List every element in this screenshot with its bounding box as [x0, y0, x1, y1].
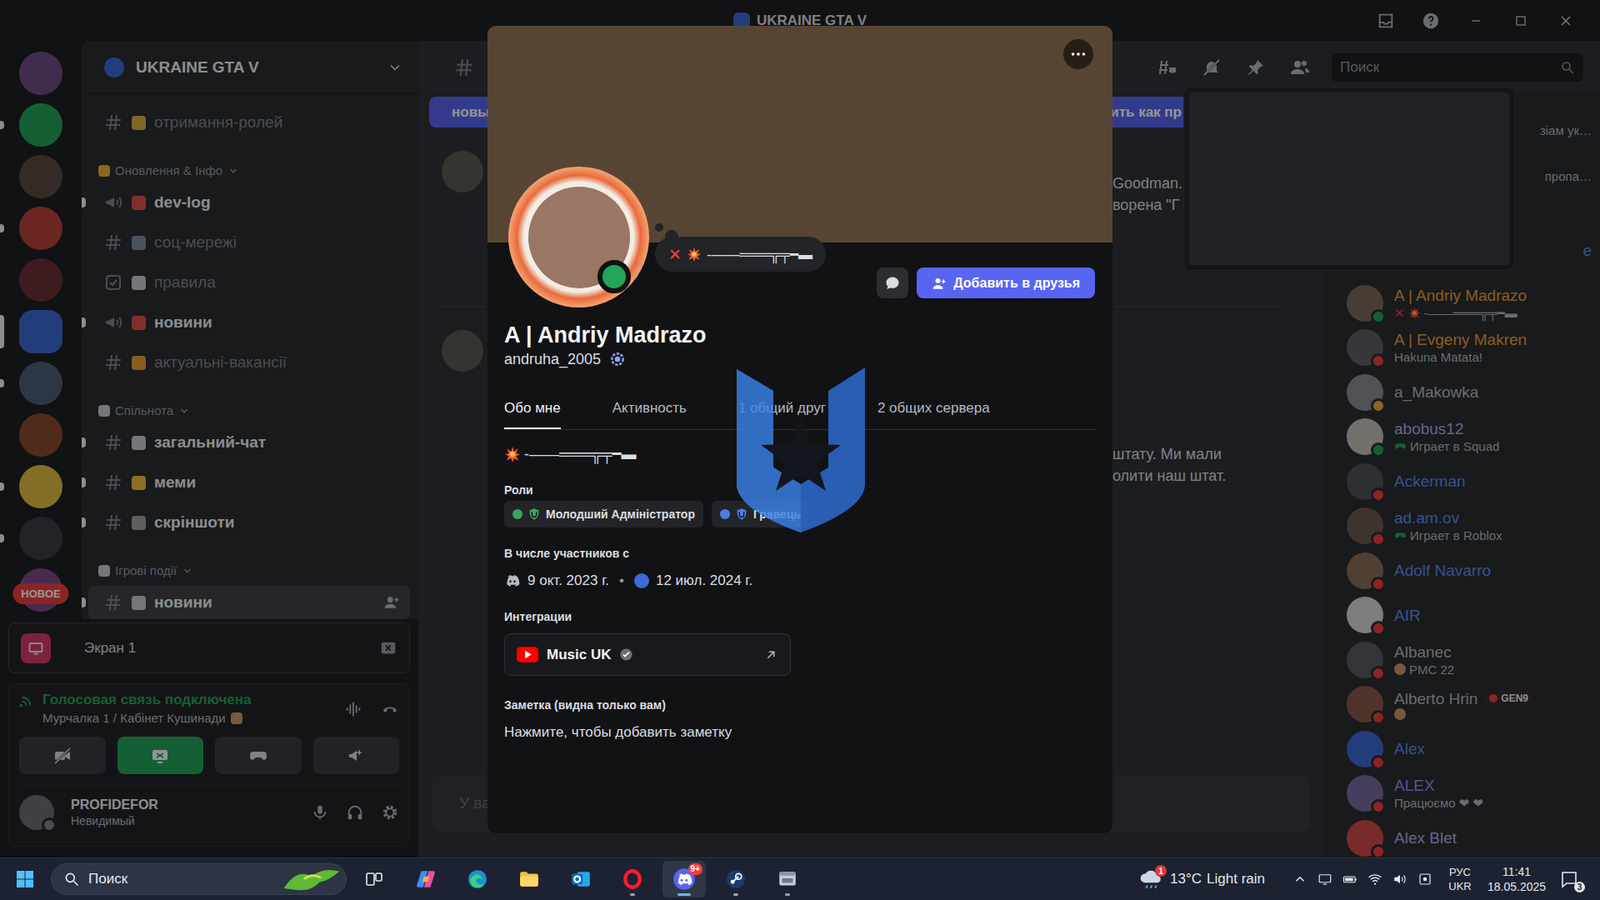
explosion-icon [504, 445, 521, 463]
message-button[interactable] [876, 267, 909, 299]
battery-icon[interactable] [1338, 871, 1362, 887]
system-tray [1288, 871, 1437, 887]
display-icon[interactable] [1413, 871, 1437, 887]
monitor-icon[interactable] [1313, 871, 1337, 887]
avatar-decoration [508, 166, 650, 308]
running-indicator [630, 893, 635, 896]
chat-bubble-icon [884, 275, 901, 292]
profile-tab[interactable]: 2 общих сервера [877, 390, 990, 430]
running-indicator [785, 893, 790, 896]
display-name: A | Andriy Madrazo [504, 320, 1096, 350]
chevron-up-icon[interactable] [1288, 871, 1312, 887]
username: andruha_2005 [504, 349, 1096, 370]
windows-logo-icon [15, 869, 35, 890]
edge-icon [466, 868, 489, 890]
task-view-icon [364, 869, 385, 890]
role-color-dot [512, 509, 523, 520]
bio: -——═══╦╤━▬ [504, 444, 1096, 465]
youtube-icon [516, 646, 539, 663]
start-button[interactable] [10, 864, 40, 895]
more-icon [1069, 45, 1088, 64]
running-indicator [677, 893, 691, 896]
role-color-dot [720, 509, 730, 520]
note-field[interactable]: Нажмите, чтобы добавить заметку [504, 722, 1096, 743]
steam-taskbar-button[interactable] [714, 860, 758, 898]
discord-logo-icon [504, 572, 521, 590]
verified-icon [619, 647, 634, 662]
notification-center[interactable]: 3 [1555, 869, 1584, 890]
boost-badge-icon[interactable] [609, 350, 626, 368]
discord-window: UKRAINE GTA VНОВОЕUKRAINE GTA Vотримання… [0, 0, 1600, 858]
search-icon [63, 870, 80, 888]
search-highlight-icon [280, 865, 343, 894]
outlook-icon [570, 868, 592, 890]
language-indicator[interactable]: РУСUKR [1443, 865, 1477, 894]
folder-icon [518, 868, 540, 890]
edge-taskbar-button[interactable] [455, 860, 500, 898]
explosion-icon [686, 246, 702, 262]
overlay-logo-icon [736, 367, 865, 533]
desktop: UKRAINE GTA VНОВОЕUKRAINE GTA Vотримання… [0, 0, 1600, 900]
profile-avatar[interactable] [508, 166, 650, 308]
weather-badge: 1 [1155, 865, 1167, 877]
app-window-icon [776, 868, 799, 890]
profile-tab[interactable]: Активность [612, 390, 687, 430]
taskbar: Поиск 9+ 113°CLight rain РУСUKR11:4118.05.2… [0, 857, 1600, 900]
clock[interactable]: 11:4118.05.2025 [1483, 864, 1550, 895]
profile-modal: ✕-——═══╦╤━▬ Добавить в друзья A | Andriy M… [487, 25, 1113, 834]
role-chip[interactable]: Гравець [711, 500, 810, 528]
app-taskbar-button[interactable] [765, 860, 810, 898]
copilot-taskbar-button[interactable] [404, 860, 448, 898]
steam-icon [725, 868, 747, 890]
opera-taskbar-button[interactable] [610, 860, 655, 898]
weather-widget[interactable]: 113°CLight rain [1138, 868, 1265, 890]
profile-tabs: Обо мне Активность 1 общий друг 2 общих сер… [504, 390, 1096, 430]
opera-icon [621, 868, 644, 890]
volume-icon[interactable] [1388, 871, 1412, 887]
profile-tab[interactable]: Обо мне [504, 390, 561, 430]
more-button[interactable] [1063, 39, 1094, 70]
role-icon [527, 507, 541, 521]
integration-card[interactable]: Music UK [504, 633, 791, 676]
role-icon [735, 507, 749, 521]
explorer-taskbar-button[interactable] [507, 860, 551, 898]
status-dot [597, 260, 631, 294]
server-icon [634, 573, 650, 589]
running-indicator [733, 893, 739, 896]
wifi-icon[interactable] [1363, 871, 1387, 887]
taskview-taskbar-button[interactable] [352, 860, 396, 898]
profile-tab[interactable]: 1 общий друг [738, 390, 826, 430]
copilot-icon [415, 868, 437, 890]
discord-taskbar-button[interactable]: 9+ [662, 860, 706, 898]
external-link-icon [763, 647, 779, 663]
add-friend-icon [931, 275, 947, 291]
custom-status: ✕-——═══╦╤━▬ [655, 236, 826, 272]
role-chip[interactable]: Молодший Адміністратор [504, 500, 704, 528]
taskbar-search[interactable]: Поиск [50, 863, 347, 895]
add-friend-button[interactable]: Добавить в друзья [916, 267, 1095, 299]
outlook-taskbar-button[interactable] [559, 860, 603, 898]
notification-badge: 9+ [688, 863, 703, 875]
